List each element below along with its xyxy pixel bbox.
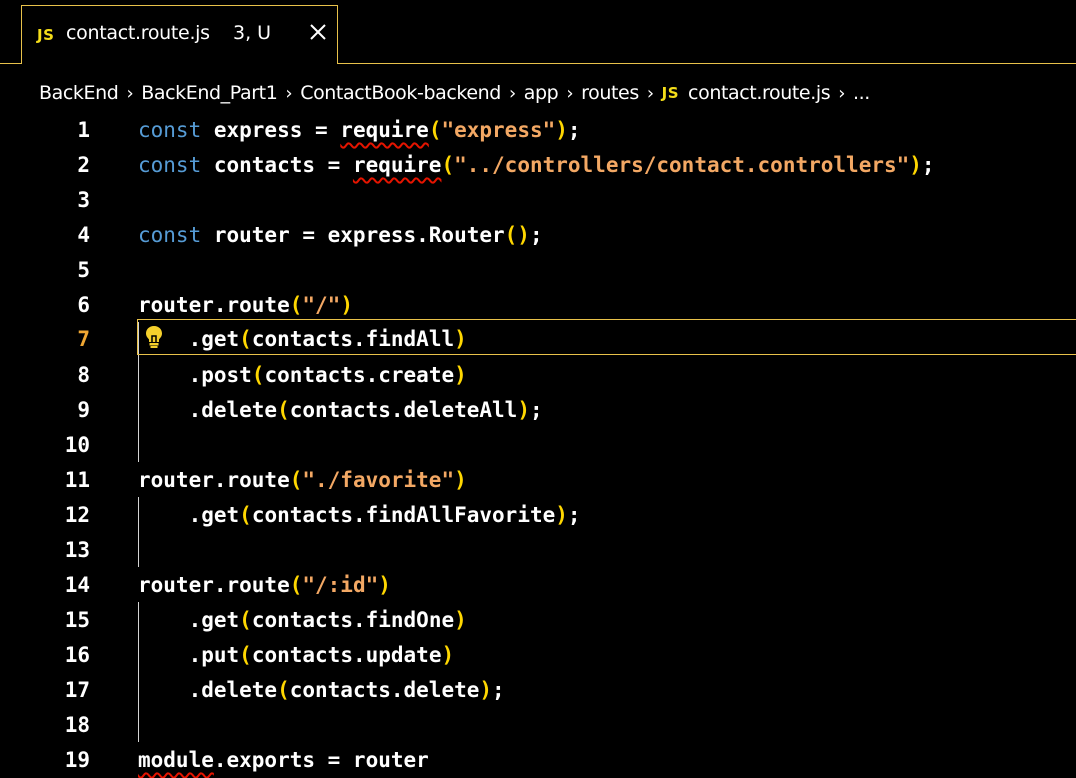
error-squiggle: require [352, 153, 442, 177]
code-text: .delete(contacts.deleteAll); [138, 398, 543, 422]
code-text: .get(contacts.findAllFavorite); [138, 503, 581, 527]
code-line: 15 .get(contacts.findOne) [0, 602, 1076, 638]
breadcrumb-item-app[interactable]: app [524, 82, 559, 104]
code-line: 17 .delete(contacts.delete); [0, 672, 1076, 708]
code-text: router.route("/") [138, 293, 353, 317]
code-line: 2 const contacts = require("../controlle… [0, 147, 1076, 183]
code-text: .delete(contacts.delete); [138, 678, 505, 702]
line-number-active: 7 [77, 327, 90, 351]
breadcrumb: BackEnd › BackEnd_Part1 › ContactBook-ba… [39, 78, 870, 108]
breadcrumb-item-backend[interactable]: BackEnd [39, 82, 119, 104]
tab-status-badge: 3, U [233, 22, 272, 44]
breadcrumb-item-backend-part1[interactable]: BackEnd_Part1 [141, 82, 278, 104]
code-line: 11 router.route("./favorite") [0, 462, 1076, 498]
code-line: 5 [0, 252, 1076, 288]
code-line: 10 [0, 427, 1076, 463]
code-text: .get(contacts.findOne) [138, 608, 467, 632]
code-line: 13 [0, 532, 1076, 568]
chevron-right-icon: › [285, 82, 293, 104]
chevron-right-icon: › [838, 82, 846, 104]
line-number: 17 [64, 678, 90, 702]
breadcrumb-item-contactbook-backend[interactable]: ContactBook-backend [300, 82, 501, 104]
tab-bar: JS contact.route.js 3, U [0, 0, 1076, 64]
javascript-file-icon: JS [661, 84, 680, 102]
code-text: module.exports = router [138, 748, 429, 772]
code-line: 9 .delete(contacts.deleteAll); [0, 392, 1076, 428]
tab-title: contact.route.js [66, 22, 210, 44]
chevron-right-icon: › [508, 82, 516, 104]
code-text: router.route("/:id") [138, 573, 391, 597]
current-line-highlight [137, 319, 1076, 355]
line-number: 2 [77, 153, 90, 177]
tab-bar-border-gap [22, 63, 337, 64]
line-number: 3 [77, 188, 90, 212]
line-number: 12 [64, 503, 90, 527]
error-squiggle: require [340, 118, 429, 142]
line-number: 9 [77, 398, 90, 422]
lightbulb-icon[interactable] [144, 325, 164, 349]
line-number: 19 [64, 748, 90, 772]
line-number: 15 [64, 608, 90, 632]
error-squiggle: module [138, 748, 214, 772]
code-line: 6 router.route("/") [0, 287, 1076, 323]
chevron-right-icon: › [646, 82, 654, 104]
indent-guide [138, 602, 139, 742]
code-editor[interactable]: 1 const express = require("express"); 2 … [0, 111, 1076, 772]
code-line: 1 const express = require("express"); [0, 112, 1076, 148]
chevron-right-icon: › [126, 82, 134, 104]
close-icon[interactable] [306, 20, 330, 44]
line-number: 13 [64, 538, 90, 562]
indent-guide [138, 497, 139, 567]
code-text: const router = express.Router(); [138, 223, 543, 247]
breadcrumb-item-symbols[interactable]: ... [853, 82, 870, 104]
line-number: 4 [77, 223, 90, 247]
code-line: 14 router.route("/:id") [0, 567, 1076, 603]
code-line: 19 module.exports = router [0, 742, 1076, 778]
code-line: 8 .post(contacts.create) [0, 357, 1076, 393]
breadcrumb-item-routes[interactable]: routes [581, 82, 639, 104]
code-line: 4 const router = express.Router(); [0, 217, 1076, 253]
code-line: 18 [0, 707, 1076, 743]
breadcrumb-item-file[interactable]: contact.route.js [688, 82, 831, 104]
tab-contact-route[interactable]: JS contact.route.js 3, U [21, 5, 338, 64]
chevron-right-icon: › [566, 82, 574, 104]
code-text: .post(contacts.create) [138, 363, 467, 387]
line-number: 1 [77, 118, 90, 142]
line-number: 6 [77, 293, 90, 317]
code-text: const express = require("express"); [138, 118, 581, 142]
code-line: 3 [0, 182, 1076, 218]
code-text: const contacts = require("../controllers… [138, 153, 935, 177]
line-number: 5 [77, 258, 90, 282]
line-number: 14 [64, 573, 90, 597]
javascript-file-icon: JS [37, 26, 55, 44]
code-line: 12 .get(contacts.findAllFavorite); [0, 497, 1076, 533]
line-number: 18 [64, 713, 90, 737]
code-text: router.route("./favorite") [138, 468, 467, 492]
code-line: 16 .put(contacts.update) [0, 637, 1076, 673]
line-number: 16 [64, 643, 90, 667]
line-number: 11 [64, 468, 90, 492]
line-number: 10 [64, 433, 90, 457]
code-text: .put(contacts.update) [138, 643, 455, 667]
line-number: 8 [77, 363, 90, 387]
